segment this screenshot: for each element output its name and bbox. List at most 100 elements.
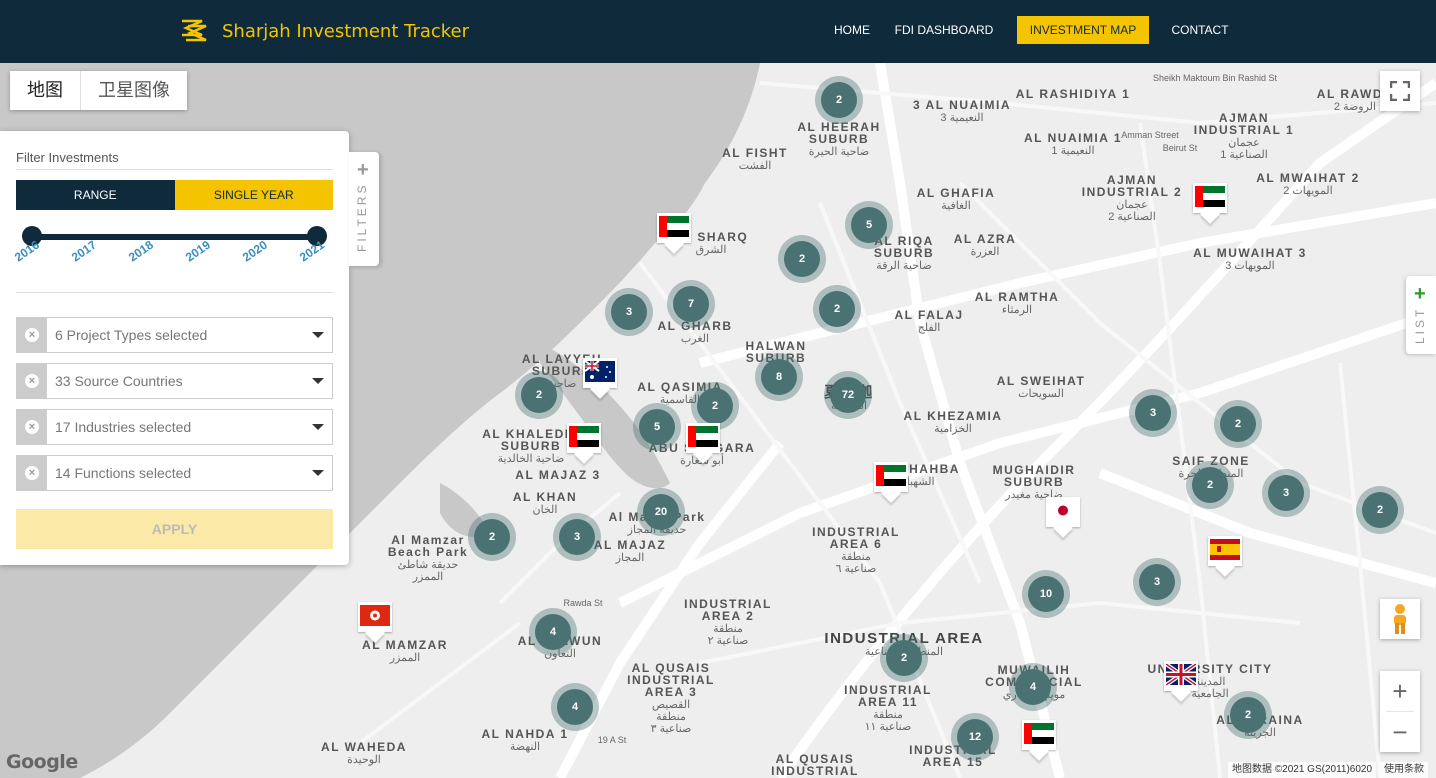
- pegman-icon: [1394, 604, 1406, 634]
- zoom-out-button[interactable]: −: [1380, 712, 1420, 752]
- brand-logo-icon: [182, 19, 207, 42]
- apply-button[interactable]: APPLY: [16, 509, 333, 549]
- uae-flag-icon: [688, 426, 718, 447]
- map-place-label: AL NAHDA 1 النهضة: [481, 728, 568, 753]
- investment-cluster-marker[interactable]: 4: [529, 608, 577, 656]
- map-place-label: 3 AL NUAIMIA 3 النعيمية: [913, 99, 1011, 124]
- uk-flag-icon: [1166, 664, 1196, 685]
- map-place-label: AL NUAIMIA 1 النعيمية 1: [1024, 132, 1122, 157]
- map-place-label: AL QUSAIS INDUSTRIAL AREA 3 القصيص منطقة …: [627, 662, 715, 735]
- map-place-label: INDUSTRIAL AREA 6 منطقة صناعية ٦: [812, 526, 900, 575]
- investment-cluster-marker[interactable]: 5: [633, 403, 681, 451]
- fullscreen-button[interactable]: [1380, 71, 1420, 111]
- place-name: INDUSTRIAL AREA 11: [844, 683, 932, 709]
- map-type-map-button[interactable]: 地图: [10, 71, 80, 110]
- investment-cluster-marker[interactable]: 2: [880, 634, 928, 682]
- map-data-attribution: 地图数据 ©2021 GS(2011)6020: [1228, 762, 1377, 778]
- year-slider-track[interactable]: [32, 234, 317, 240]
- cluster-count: 5: [851, 207, 887, 243]
- investment-cluster-marker[interactable]: 4: [1009, 663, 1057, 711]
- industries-select[interactable]: × 17 Industries selected: [16, 409, 333, 445]
- single-year-mode-button[interactable]: SINGLE YEAR: [174, 180, 333, 210]
- investment-flag-marker[interactable]: [1164, 661, 1198, 702]
- year-tick-label: 2021: [297, 237, 327, 265]
- investment-cluster-marker[interactable]: 4: [551, 683, 599, 731]
- filters-tab[interactable]: + FILTERS: [349, 152, 379, 266]
- cluster-count: 2: [1220, 406, 1256, 442]
- list-tab[interactable]: + LIST: [1406, 276, 1436, 354]
- zoom-in-button[interactable]: +: [1380, 671, 1420, 711]
- nav-investment-map[interactable]: INVESTMENT MAP: [1017, 16, 1149, 44]
- uae-flag-icon: [1195, 186, 1225, 207]
- cluster-count: 3: [1135, 395, 1171, 431]
- close-icon: ×: [25, 374, 39, 388]
- place-name: AL FISHT: [722, 146, 788, 160]
- investment-cluster-marker[interactable]: 72: [824, 371, 872, 419]
- map-place-label: AL SWEIHAT السويحات: [997, 375, 1086, 400]
- investment-cluster-marker[interactable]: 3: [605, 288, 653, 336]
- investment-cluster-marker[interactable]: 2: [1224, 691, 1272, 739]
- spain-flag-icon: [1210, 539, 1240, 560]
- investment-cluster-marker[interactable]: 2: [815, 76, 863, 124]
- brand[interactable]: Sharjah Investment Tracker: [178, 15, 469, 47]
- investment-cluster-marker[interactable]: 2: [1186, 461, 1234, 509]
- place-name: 3 AL NUAIMIA: [912, 98, 1012, 112]
- map-place-label: AL MAJAZ المجاز: [594, 539, 666, 564]
- source-countries-select[interactable]: × 33 Source Countries: [16, 363, 333, 399]
- close-icon: ×: [25, 466, 39, 480]
- investment-cluster-marker[interactable]: 20: [637, 488, 685, 536]
- investment-cluster-marker[interactable]: 3: [1262, 469, 1310, 517]
- cluster-count: 3: [611, 294, 647, 330]
- investment-cluster-marker[interactable]: 7: [667, 280, 715, 328]
- investment-flag-marker[interactable]: [1046, 497, 1080, 538]
- investment-cluster-marker[interactable]: 2: [778, 235, 826, 283]
- investment-flag-marker[interactable]: [657, 213, 691, 254]
- street-view-button[interactable]: [1380, 599, 1420, 639]
- map-place-label: AL GHAFIA الغافية: [917, 187, 996, 212]
- investment-flag-marker[interactable]: [358, 602, 392, 643]
- nav-home[interactable]: HOME: [820, 16, 884, 44]
- investment-flag-marker[interactable]: [1208, 536, 1242, 577]
- investment-flag-marker[interactable]: [583, 358, 617, 399]
- investment-flag-marker[interactable]: [686, 423, 720, 464]
- cluster-count: 72: [830, 377, 866, 413]
- investment-flag-marker[interactable]: [1193, 183, 1227, 224]
- clear-selection-button[interactable]: ×: [17, 456, 47, 490]
- cluster-count: 2: [521, 377, 557, 413]
- investment-cluster-marker[interactable]: 2: [1214, 400, 1262, 448]
- investment-cluster-marker[interactable]: 12: [951, 713, 999, 761]
- zoom-control: + −: [1380, 671, 1420, 752]
- investment-cluster-marker[interactable]: 2: [1356, 486, 1404, 534]
- investment-flag-marker[interactable]: [1022, 720, 1056, 761]
- range-mode-button[interactable]: RANGE: [16, 180, 175, 210]
- clear-selection-button[interactable]: ×: [17, 318, 47, 352]
- investment-cluster-marker[interactable]: 10: [1022, 570, 1070, 618]
- investment-cluster-marker[interactable]: 3: [1129, 389, 1177, 437]
- cluster-count: 2: [474, 519, 510, 555]
- cluster-count: 2: [1192, 467, 1228, 503]
- clear-selection-button[interactable]: ×: [17, 410, 47, 444]
- terms-link[interactable]: 使用条款: [1380, 762, 1428, 778]
- place-name-arabic: الغافية: [941, 200, 971, 212]
- place-name: AL QUSAIS INDUSTRIAL AREA 3: [627, 661, 715, 699]
- nav-contact[interactable]: CONTACT: [1160, 16, 1240, 44]
- investment-cluster-marker[interactable]: 3: [553, 513, 601, 561]
- year-mode-toggle: RANGE SINGLE YEAR: [16, 180, 333, 210]
- investment-cluster-marker[interactable]: 2: [468, 513, 516, 561]
- investment-cluster-marker[interactable]: 2: [813, 285, 861, 333]
- cluster-count: 12: [957, 719, 993, 755]
- investment-cluster-marker[interactable]: 5: [845, 201, 893, 249]
- investment-flag-marker[interactable]: [874, 462, 908, 503]
- investment-cluster-marker[interactable]: 8: [755, 353, 803, 401]
- investment-cluster-marker[interactable]: 3: [1133, 558, 1181, 606]
- map-type-satellite-button[interactable]: 卫星图像: [80, 71, 187, 110]
- place-name-arabic: 3 النعيمية: [940, 112, 984, 124]
- functions-select[interactable]: × 14 Functions selected: [16, 455, 333, 491]
- project-types-select[interactable]: × 6 Project Types selected: [16, 317, 333, 353]
- place-name: Sheikh Maktoum Bin Rashid St: [1152, 73, 1278, 83]
- investment-flag-marker[interactable]: [567, 423, 601, 464]
- cluster-count: 10: [1028, 576, 1064, 612]
- investment-cluster-marker[interactable]: 2: [515, 371, 563, 419]
- clear-selection-button[interactable]: ×: [17, 364, 47, 398]
- nav-fdi-dashboard[interactable]: FDI DASHBOARD: [890, 16, 998, 44]
